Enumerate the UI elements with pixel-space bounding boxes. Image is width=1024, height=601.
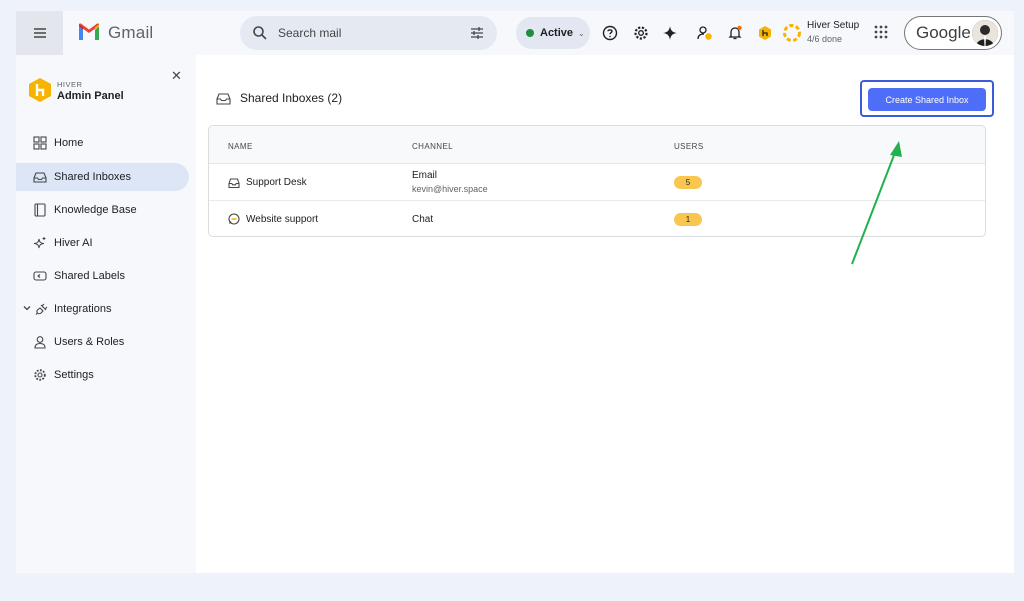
user-icon (34, 336, 46, 349)
column-header-channel[interactable]: CHANNEL (412, 142, 453, 151)
plug-icon (35, 303, 48, 315)
setup-title: Hiver Setup (807, 20, 860, 31)
help-button[interactable] (600, 23, 620, 43)
user-status-button[interactable] (695, 23, 715, 43)
help-icon (602, 25, 618, 41)
users-count-badge: 5 (674, 176, 702, 189)
top-bar: Gmail Search mail Active ⌄ Hiver Setup 4… (16, 11, 1014, 55)
user-clock-icon (697, 26, 712, 40)
brand-title: Admin Panel (57, 90, 124, 102)
table-header: NAME CHANNEL USERS (209, 126, 985, 164)
notifications-button[interactable] (725, 23, 745, 43)
bell-icon (728, 25, 742, 40)
column-header-users[interactable]: USERS (674, 142, 704, 151)
sidebar-item-knowledge-base[interactable]: Knowledge Base (16, 196, 189, 224)
sidebar-item-shared-labels[interactable]: Shared Labels (16, 262, 189, 290)
table-row[interactable]: Support Desk Email kevin@hiver.space 5 (209, 164, 985, 201)
sidebar-item-users-roles[interactable]: Users & Roles (16, 328, 189, 356)
chat-icon (228, 213, 240, 225)
status-dot (526, 29, 534, 37)
search-bar[interactable]: Search mail (240, 16, 497, 50)
settings-button[interactable] (631, 23, 651, 43)
chevron-down-icon[interactable] (22, 303, 32, 313)
gear-icon (634, 26, 648, 40)
account-button[interactable]: Google (904, 16, 1002, 50)
hiver-logo-icon (29, 78, 51, 102)
status-label: Active (540, 27, 574, 39)
hiver-hex-icon (759, 26, 771, 40)
users-count-badge: 1 (674, 213, 702, 226)
gmail-logo-icon (79, 23, 99, 40)
app-name[interactable]: Gmail (108, 23, 153, 43)
create-shared-inbox-button[interactable]: Create Shared Inbox (868, 88, 986, 111)
hiver-extension-button[interactable] (755, 23, 775, 43)
sidebar-item-label: Hiver AI (54, 237, 93, 249)
page-title: Shared Inboxes (2) (240, 91, 343, 105)
status-selector[interactable]: Active ⌄ (516, 17, 590, 49)
hamburger-icon (33, 28, 46, 38)
sidebar-item-label: Knowledge Base (54, 204, 137, 216)
sidebar-item-integrations[interactable]: Integrations (16, 295, 189, 323)
sidebar-item-hiver-ai[interactable]: Hiver AI (16, 229, 189, 257)
gemini-button[interactable] (660, 23, 680, 43)
apps-grid-icon[interactable] (873, 24, 889, 40)
sidebar-item-settings[interactable]: Settings (16, 361, 189, 389)
search-icon[interactable] (252, 25, 268, 41)
setup-progress-text: 4/6 done (807, 34, 843, 44)
sidebar-item-label: Users & Roles (54, 336, 125, 348)
sidebar-item-label: Home (54, 137, 84, 149)
inbox-name[interactable]: Support Desk (246, 177, 307, 188)
book-icon (34, 203, 46, 217)
close-icon[interactable]: ✕ (171, 68, 182, 84)
inbox-icon (33, 172, 47, 183)
grid-icon (33, 136, 47, 150)
sidebar-item-label: Integrations (54, 303, 112, 315)
avatar (972, 20, 998, 46)
progress-ring-icon (783, 24, 801, 42)
sidebar-item-shared-inboxes[interactable]: Shared Inboxes (16, 163, 189, 191)
sidebar-item-home[interactable]: Home (16, 129, 189, 157)
main-panel: Shared Inboxes (2) Create Shared Inbox N… (196, 55, 1014, 573)
sidebar-item-label: Settings (54, 369, 94, 381)
search-input[interactable]: Search mail (278, 26, 341, 40)
sidebar-item-label: Shared Labels (54, 270, 125, 282)
sparkle-icon (663, 26, 677, 40)
channel-type: Email (412, 170, 438, 181)
inbox-icon (216, 93, 231, 105)
brand-small-label: HIVER (57, 80, 83, 89)
table-row[interactable]: Website support Chat 1 (209, 201, 985, 236)
search-filter-icon[interactable] (469, 25, 485, 41)
app-frame: Gmail Search mail Active ⌄ Hiver Setup 4… (16, 11, 1014, 573)
channel-detail: kevin@hiver.space (412, 184, 488, 194)
chevron-down-icon: ⌄ (578, 28, 585, 38)
shared-inboxes-table: NAME CHANNEL USERS Support Desk Email ke… (208, 125, 986, 237)
label-icon (33, 271, 47, 281)
gear-icon (34, 369, 46, 381)
column-header-name[interactable]: NAME (228, 142, 253, 151)
create-button-highlight: Create Shared Inbox (860, 80, 994, 117)
main-menu-button[interactable] (16, 11, 63, 55)
sidebar-item-label: Shared Inboxes (54, 171, 132, 183)
inbox-icon (228, 178, 240, 189)
channel-type: Chat (412, 214, 434, 225)
inbox-name[interactable]: Website support (246, 214, 318, 225)
google-brand: Google (916, 23, 971, 42)
sparkle-icon (33, 237, 46, 249)
sidebar: HIVER Admin Panel ✕ Home Shared Inboxes … (16, 55, 196, 573)
